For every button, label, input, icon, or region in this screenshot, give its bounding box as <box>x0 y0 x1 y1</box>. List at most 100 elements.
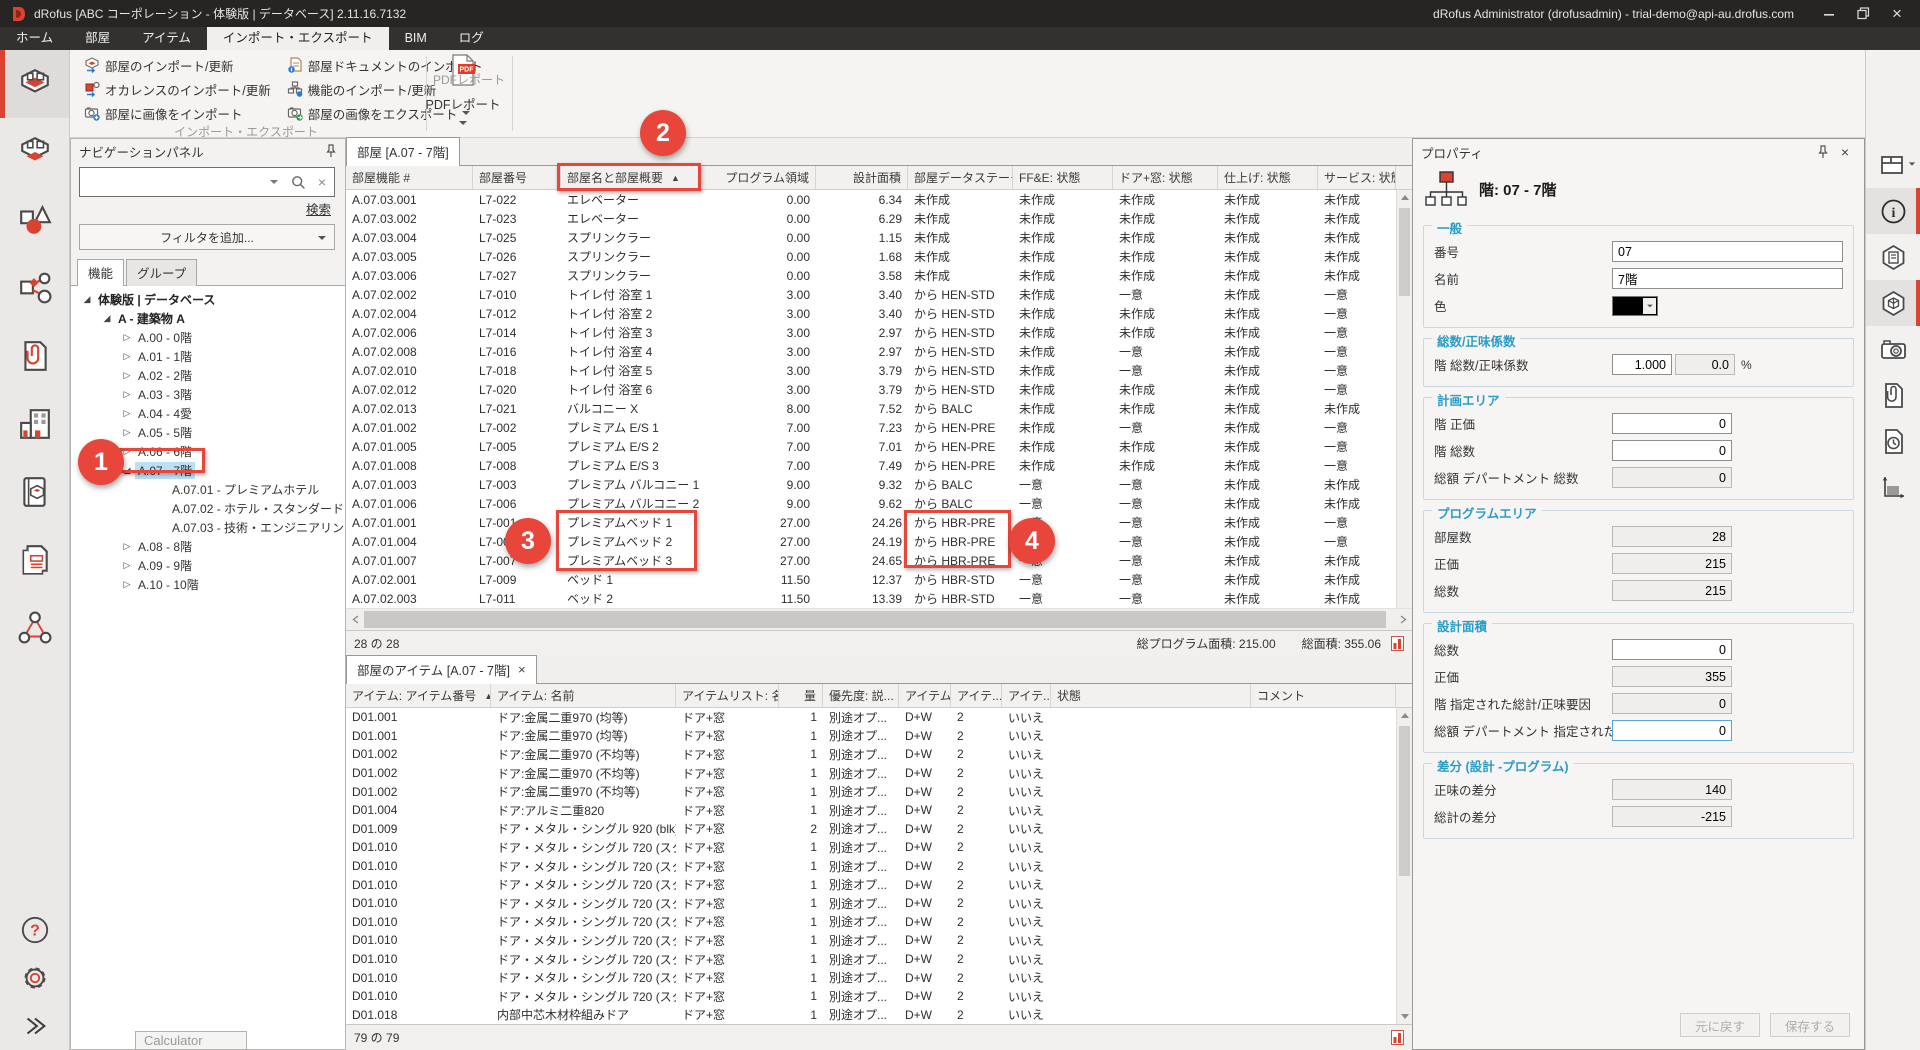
tab-rooms[interactable]: 部屋 [A.07 - 7階] <box>346 137 460 166</box>
table-row[interactable]: D01.010ドア・メタル・シングル 720 (スタッド)ドア+窓1別途オプ..… <box>346 968 1412 987</box>
table-row[interactable]: D01.010ドア・メタル・シングル 720 (スタッド)ドア+窓1別途オプ..… <box>346 838 1412 857</box>
table-row[interactable]: A.07.03.001L7-022エレベーター0.006.34未作成未作成未作成… <box>346 190 1412 209</box>
tree-expander-icon[interactable]: ◢ <box>99 313 115 324</box>
table-row[interactable]: A.07.03.004L7-025スプリンクラー0.001.15未作成未作成未作… <box>346 228 1412 247</box>
property-input[interactable] <box>1612 413 1732 434</box>
menu-item-2[interactable]: 部屋 <box>69 27 126 50</box>
tree-item[interactable]: ◢体験版 | データベース <box>71 290 345 309</box>
pin-icon[interactable] <box>325 144 337 158</box>
clear-search-icon[interactable]: × <box>310 174 334 190</box>
search-dropdown-icon[interactable] <box>262 180 286 184</box>
panel-history-button[interactable] <box>1866 418 1920 464</box>
column-header[interactable]: 部屋データステータス <box>908 166 1013 189</box>
menu-item-3[interactable]: アイテム <box>126 27 207 50</box>
column-header[interactable]: アイテ... <box>951 684 1002 707</box>
column-header[interactable]: 部屋機能 # <box>346 166 473 189</box>
table-row[interactable]: A.07.01.005L7-005プレミアム E/S 27.007.01から H… <box>346 437 1412 456</box>
minimize-button[interactable] <box>1812 0 1846 27</box>
column-header[interactable]: アイテム: 名前 <box>491 684 676 707</box>
module-occurrences-button[interactable] <box>0 254 69 322</box>
property-input[interactable] <box>1612 666 1732 687</box>
tree-item[interactable]: A.07.01 - プレミアムホテル <box>71 480 345 499</box>
expand-button[interactable] <box>0 1002 69 1050</box>
nav-tab-groups[interactable]: グループ <box>126 259 197 286</box>
tree-expander-icon[interactable]: ▷ <box>119 560 135 571</box>
table-row[interactable]: A.07.03.005L7-026スプリンクラー0.001.68未作成未作成未作… <box>346 247 1412 266</box>
property-input[interactable] <box>1612 526 1732 547</box>
tree-item[interactable]: A.07.02 - ホテル・スタンダード <box>71 499 345 518</box>
property-input[interactable] <box>1612 467 1732 488</box>
table-row[interactable]: A.07.01.008L7-008プレミアム E/S 37.007.49から H… <box>346 456 1412 475</box>
module-network-button[interactable] <box>0 594 69 662</box>
column-header[interactable]: 量 <box>779 684 823 707</box>
table-row[interactable]: A.07.02.006L7-014トイレ付 浴室 33.002.97から HEN… <box>346 323 1412 342</box>
tree-item[interactable]: ▷A.05 - 5階 <box>71 423 345 442</box>
search-link[interactable]: 検索 <box>71 197 345 218</box>
property-input[interactable] <box>1612 553 1732 574</box>
menu-item-1[interactable]: ホーム <box>0 27 69 50</box>
column-header[interactable]: コメント <box>1251 684 1396 707</box>
tree-expander-icon[interactable]: ▷ <box>119 541 135 552</box>
ribbon-button-room-import[interactable]: 部屋のインポート/更新 <box>78 54 277 76</box>
ribbon-button-image-import[interactable]: 部屋に画像をインポート <box>78 102 277 124</box>
column-header[interactable]: アイテム... <box>899 684 951 707</box>
table-row[interactable]: A.07.03.002L7-023エレベーター0.006.29未作成未作成未作成… <box>346 209 1412 228</box>
ribbon-button-occurrence-import[interactable]: オカレンスのインポート/更新 <box>78 78 277 100</box>
table-row[interactable]: D01.018内部中芯木材枠組みドアドア+窓1別途オプ...D+W2いいえ <box>346 1006 1412 1025</box>
panel-attachment-button[interactable] <box>1866 372 1920 418</box>
column-header[interactable]: 状態 <box>1051 684 1251 707</box>
rooms-horizontal-scrollbar[interactable] <box>346 608 1412 630</box>
module-documents-button[interactable] <box>0 322 69 390</box>
module-reports-button[interactable] <box>0 526 69 594</box>
table-row[interactable]: A.07.02.003L7-011ベッド 211.5013.39から HBR-S… <box>346 589 1412 608</box>
table-row[interactable]: D01.004ドア:アルミ二重820ドア+窓1別途オプ...D+W2いいえ <box>346 801 1412 820</box>
close-panel-icon[interactable]: × <box>1834 144 1856 160</box>
tree-item[interactable]: ▷A.09 - 9階 <box>71 556 345 575</box>
property-input[interactable] <box>1612 580 1732 601</box>
column-header[interactable]: ドア+窓: 状態 <box>1113 166 1218 189</box>
tree-expander-icon[interactable]: ▷ <box>119 370 135 381</box>
menu-item-6[interactable]: ログ <box>443 27 500 50</box>
table-row[interactable]: A.07.01.001L7-001プレミアムベッド 127.0024.26から … <box>346 513 1412 532</box>
property-input[interactable] <box>1675 354 1735 375</box>
property-input[interactable] <box>1612 354 1672 375</box>
table-row[interactable]: D01.010ドア・メタル・シングル 720 (スタッド)ドア+窓1別途オプ..… <box>346 857 1412 876</box>
pin-icon[interactable] <box>1812 145 1834 159</box>
table-row[interactable]: A.07.02.002L7-010トイレ付 浴室 13.003.40から HEN… <box>346 285 1412 304</box>
panel-area-button[interactable] <box>1866 464 1920 510</box>
property-input[interactable] <box>1612 440 1732 461</box>
table-row[interactable]: A.07.02.013L7-021バルコニー X8.007.52から BALC未… <box>346 399 1412 418</box>
column-header[interactable]: サービス: 状態 <box>1318 166 1396 189</box>
table-row[interactable]: D01.010ドア・メタル・シングル 720 (スタッド)ドア+窓1別途オプ..… <box>346 894 1412 913</box>
tree-expander-icon[interactable]: ▷ <box>119 579 135 590</box>
property-input[interactable] <box>1612 268 1843 289</box>
column-header[interactable]: 部屋番号 <box>473 166 561 189</box>
property-input[interactable] <box>1612 806 1732 827</box>
table-row[interactable]: A.07.01.002L7-002プレミアム E/S 17.007.23から H… <box>346 418 1412 437</box>
table-row[interactable]: A.07.02.001L7-009ベッド 111.5012.37から HBR-S… <box>346 570 1412 589</box>
column-header[interactable]: アイテム: アイテム番号▲ <box>346 684 491 707</box>
column-header[interactable]: プログラム領域 <box>701 166 816 189</box>
tree-item[interactable]: ▷A.01 - 1階 <box>71 347 345 366</box>
tree-item[interactable]: ▷A.08 - 8階 <box>71 537 345 556</box>
column-header[interactable]: 設計面積 <box>816 166 908 189</box>
tab-room-items[interactable]: 部屋のアイテム [A.07 - 7階] × <box>346 655 537 684</box>
add-filter-dropdown[interactable]: フィルタを追加... <box>79 224 335 250</box>
table-row[interactable]: A.07.02.008L7-016トイレ付 浴室 43.002.97から HEN… <box>346 342 1412 361</box>
close-tab-icon[interactable]: × <box>518 662 526 677</box>
property-input[interactable] <box>1612 693 1732 714</box>
tree-expander-icon[interactable]: ▷ <box>119 351 135 362</box>
property-input[interactable] <box>1612 779 1732 800</box>
search-icon[interactable] <box>286 175 310 190</box>
table-row[interactable]: D01.010ドア・メタル・シングル 720 (スタッド)ドア+窓1別途オプ..… <box>346 875 1412 894</box>
column-header[interactable]: アイテムリスト: 名前 <box>676 684 779 707</box>
column-header[interactable]: アイテ... <box>1002 684 1051 707</box>
table-row[interactable]: D01.002ドア:金属二重970 (不均等)ドア+窓1別途オプ...D+W2い… <box>346 745 1412 764</box>
table-row[interactable]: D01.002ドア:金属二重970 (不均等)ドア+窓1別途オプ...D+W2い… <box>346 764 1412 783</box>
table-row[interactable]: A.07.01.003L7-003プレミアム バルコニー 19.009.32から… <box>346 475 1412 494</box>
tree-item[interactable]: ▷A.02 - 2階 <box>71 366 345 385</box>
module-bim-button[interactable] <box>0 458 69 526</box>
table-row[interactable]: A.07.02.012L7-020トイレ付 浴室 63.003.79から HEN… <box>346 380 1412 399</box>
panel-document-hex-button[interactable] <box>1866 234 1920 280</box>
column-header[interactable]: 仕上げ: 状態 <box>1218 166 1318 189</box>
